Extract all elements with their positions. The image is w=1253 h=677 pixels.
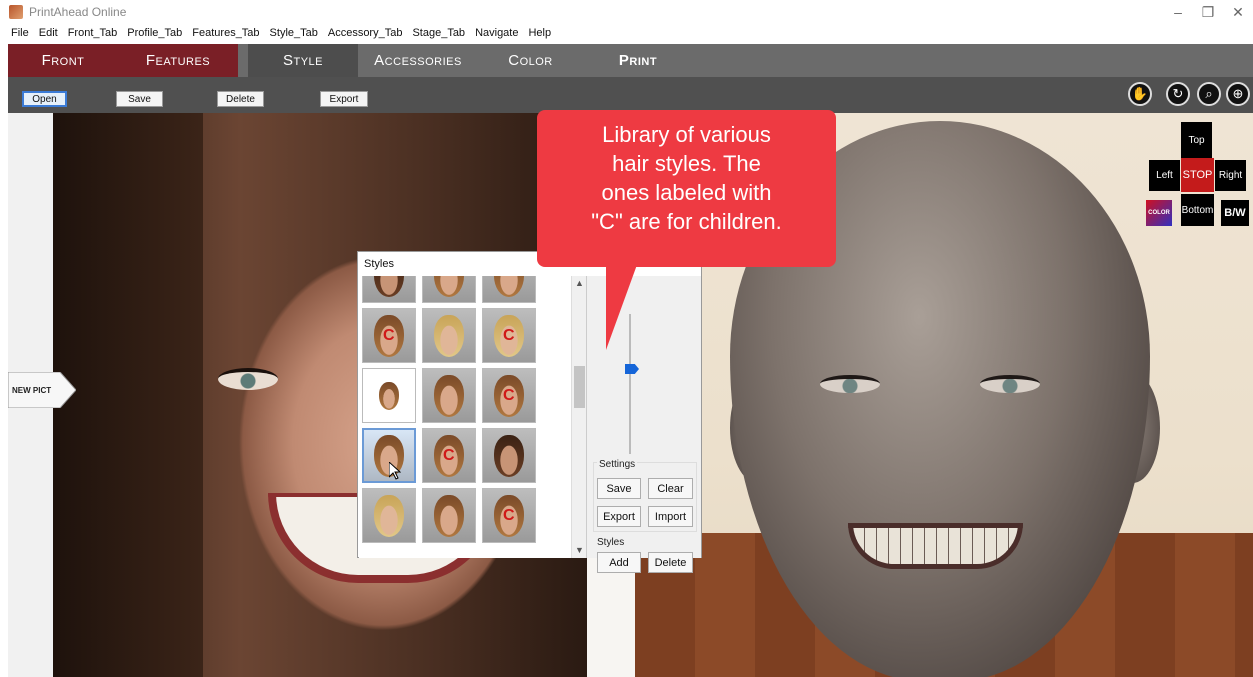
settings-label: Settings <box>597 459 638 470</box>
callout-line-4: "C" are for children. <box>591 209 782 234</box>
delete-style-button[interactable]: Delete <box>648 552 693 573</box>
style-thumbnail[interactable] <box>362 488 416 543</box>
hair-style-preview <box>434 314 464 357</box>
tab-accessories[interactable]: Accessories <box>363 44 473 77</box>
styles-dialog: Styles CCCCC ▲ ▼ L Settings Save Clear E… <box>357 251 702 573</box>
nav-top-button[interactable]: Top <box>1181 122 1212 158</box>
children-marker: C <box>443 447 455 464</box>
settings-save-button[interactable]: Save <box>597 478 641 499</box>
rotate-icon[interactable]: ↻ <box>1166 82 1190 106</box>
tab-print[interactable]: Print <box>588 44 688 77</box>
style-thumbnail[interactable]: C <box>362 308 416 363</box>
hair-style-preview <box>494 276 524 297</box>
menu-front-tab[interactable]: Front_Tab <box>63 24 123 44</box>
scroll-thumb[interactable] <box>574 366 585 408</box>
export-button[interactable]: Export <box>320 91 368 107</box>
tab-front[interactable]: Front <box>8 44 118 77</box>
callout-line-3: ones labeled with <box>601 180 772 205</box>
callout-line-2: hair styles. The <box>612 151 761 176</box>
hair-style-preview <box>434 276 464 297</box>
tab-style[interactable]: Style <box>248 44 358 77</box>
settings-import-button[interactable]: Import <box>648 506 693 527</box>
grid-scrollbar[interactable]: ▲ ▼ <box>571 276 587 558</box>
style-thumbnail[interactable] <box>422 488 476 543</box>
length-slider-handle[interactable] <box>625 364 639 374</box>
hair-style-preview <box>374 494 404 537</box>
style-thumbnail[interactable]: C <box>482 488 536 543</box>
style-thumbnail[interactable] <box>422 368 476 423</box>
style-thumbnail[interactable]: C <box>482 308 536 363</box>
hair-style-preview <box>374 276 404 297</box>
delete-button[interactable]: Delete <box>217 91 264 107</box>
close-icon[interactable]: ✕ <box>1223 4 1253 21</box>
hair-style-preview <box>379 381 399 410</box>
zoom-fit-icon[interactable]: ⊕ <box>1226 82 1250 106</box>
style-thumbnail[interactable] <box>422 308 476 363</box>
children-marker: C <box>383 327 395 344</box>
new-pict-label: NEW PICT <box>12 386 52 395</box>
style-thumbnail[interactable]: C <box>482 368 536 423</box>
nav-right-button[interactable]: Right <box>1215 160 1246 191</box>
style-thumbnail-grid: C C C C C <box>359 276 571 558</box>
color-toggle-button[interactable]: COLOR <box>1146 200 1172 226</box>
nav-stop-button[interactable]: STOP <box>1181 158 1214 192</box>
styles-label: Styles <box>597 537 625 548</box>
tab-color[interactable]: Color <box>478 44 583 77</box>
mouse-cursor-icon <box>389 462 401 480</box>
children-marker: C <box>503 387 515 404</box>
hair-style-preview <box>494 434 524 477</box>
zoom-in-icon[interactable]: ⌕ <box>1197 82 1221 106</box>
callout-text: Library of various hair styles. The ones… <box>537 120 836 236</box>
settings-clear-button[interactable]: Clear <box>648 478 693 499</box>
hand-pan-icon[interactable]: ✋ <box>1128 82 1152 106</box>
toolbar: Open Save Delete Export <box>8 77 1253 113</box>
menu-stage-tab[interactable]: Stage_Tab <box>407 24 470 44</box>
window-title: PrintAhead Online <box>29 5 127 19</box>
scroll-down-icon[interactable]: ▼ <box>575 545 584 555</box>
hair-style-preview <box>434 374 464 417</box>
settings-export-button[interactable]: Export <box>597 506 641 527</box>
style-thumbnail[interactable] <box>422 276 476 303</box>
menu-edit[interactable]: Edit <box>34 24 63 44</box>
nav-bottom-button[interactable]: Bottom <box>1181 194 1214 226</box>
style-thumbnail[interactable] <box>482 276 536 303</box>
children-marker: C <box>503 507 515 524</box>
menu-file[interactable]: File <box>6 24 34 44</box>
app-icon <box>9 5 23 19</box>
open-button[interactable]: Open <box>22 91 67 107</box>
menu-bar: File Edit Front_Tab Profile_Tab Features… <box>0 24 1253 44</box>
menu-features-tab[interactable]: Features_Tab <box>187 24 264 44</box>
model-smile <box>848 523 1023 569</box>
nav-left-button[interactable]: Left <box>1149 160 1180 191</box>
tab-features[interactable]: Features <box>118 44 238 77</box>
title-bar: PrintAhead Online – ❐ ✕ <box>0 0 1253 26</box>
save-button[interactable]: Save <box>116 91 163 107</box>
style-thumbnail[interactable] <box>362 276 416 303</box>
menu-help[interactable]: Help <box>523 24 556 44</box>
callout-line-1: Library of various <box>602 122 771 147</box>
callout-tail <box>606 262 638 350</box>
add-style-button[interactable]: Add <box>597 552 641 573</box>
maximize-icon[interactable]: ❐ <box>1193 4 1223 21</box>
children-marker: C <box>503 327 515 344</box>
scroll-up-icon[interactable]: ▲ <box>575 278 584 288</box>
menu-profile-tab[interactable]: Profile_Tab <box>122 24 187 44</box>
menu-accessory-tab[interactable]: Accessory_Tab <box>323 24 408 44</box>
new-pict-button[interactable]: NEW PICT <box>8 372 76 408</box>
style-thumbnail[interactable] <box>482 428 536 483</box>
dialog-title: Styles <box>364 258 394 270</box>
model-eye-right <box>980 375 1040 393</box>
style-thumbnail[interactable] <box>362 368 416 423</box>
minimize-icon[interactable]: – <box>1163 4 1193 20</box>
style-thumbnail[interactable]: C <box>422 428 476 483</box>
tab-bar: Front Features Style Accessories Color P… <box>8 44 1253 77</box>
menu-style-tab[interactable]: Style_Tab <box>265 24 323 44</box>
menu-navigate[interactable]: Navigate <box>470 24 523 44</box>
bw-toggle-button[interactable]: B/W <box>1221 200 1249 226</box>
model-eye-left <box>820 375 880 393</box>
hair-style-preview <box>434 494 464 537</box>
photo-eye-left <box>218 368 278 390</box>
